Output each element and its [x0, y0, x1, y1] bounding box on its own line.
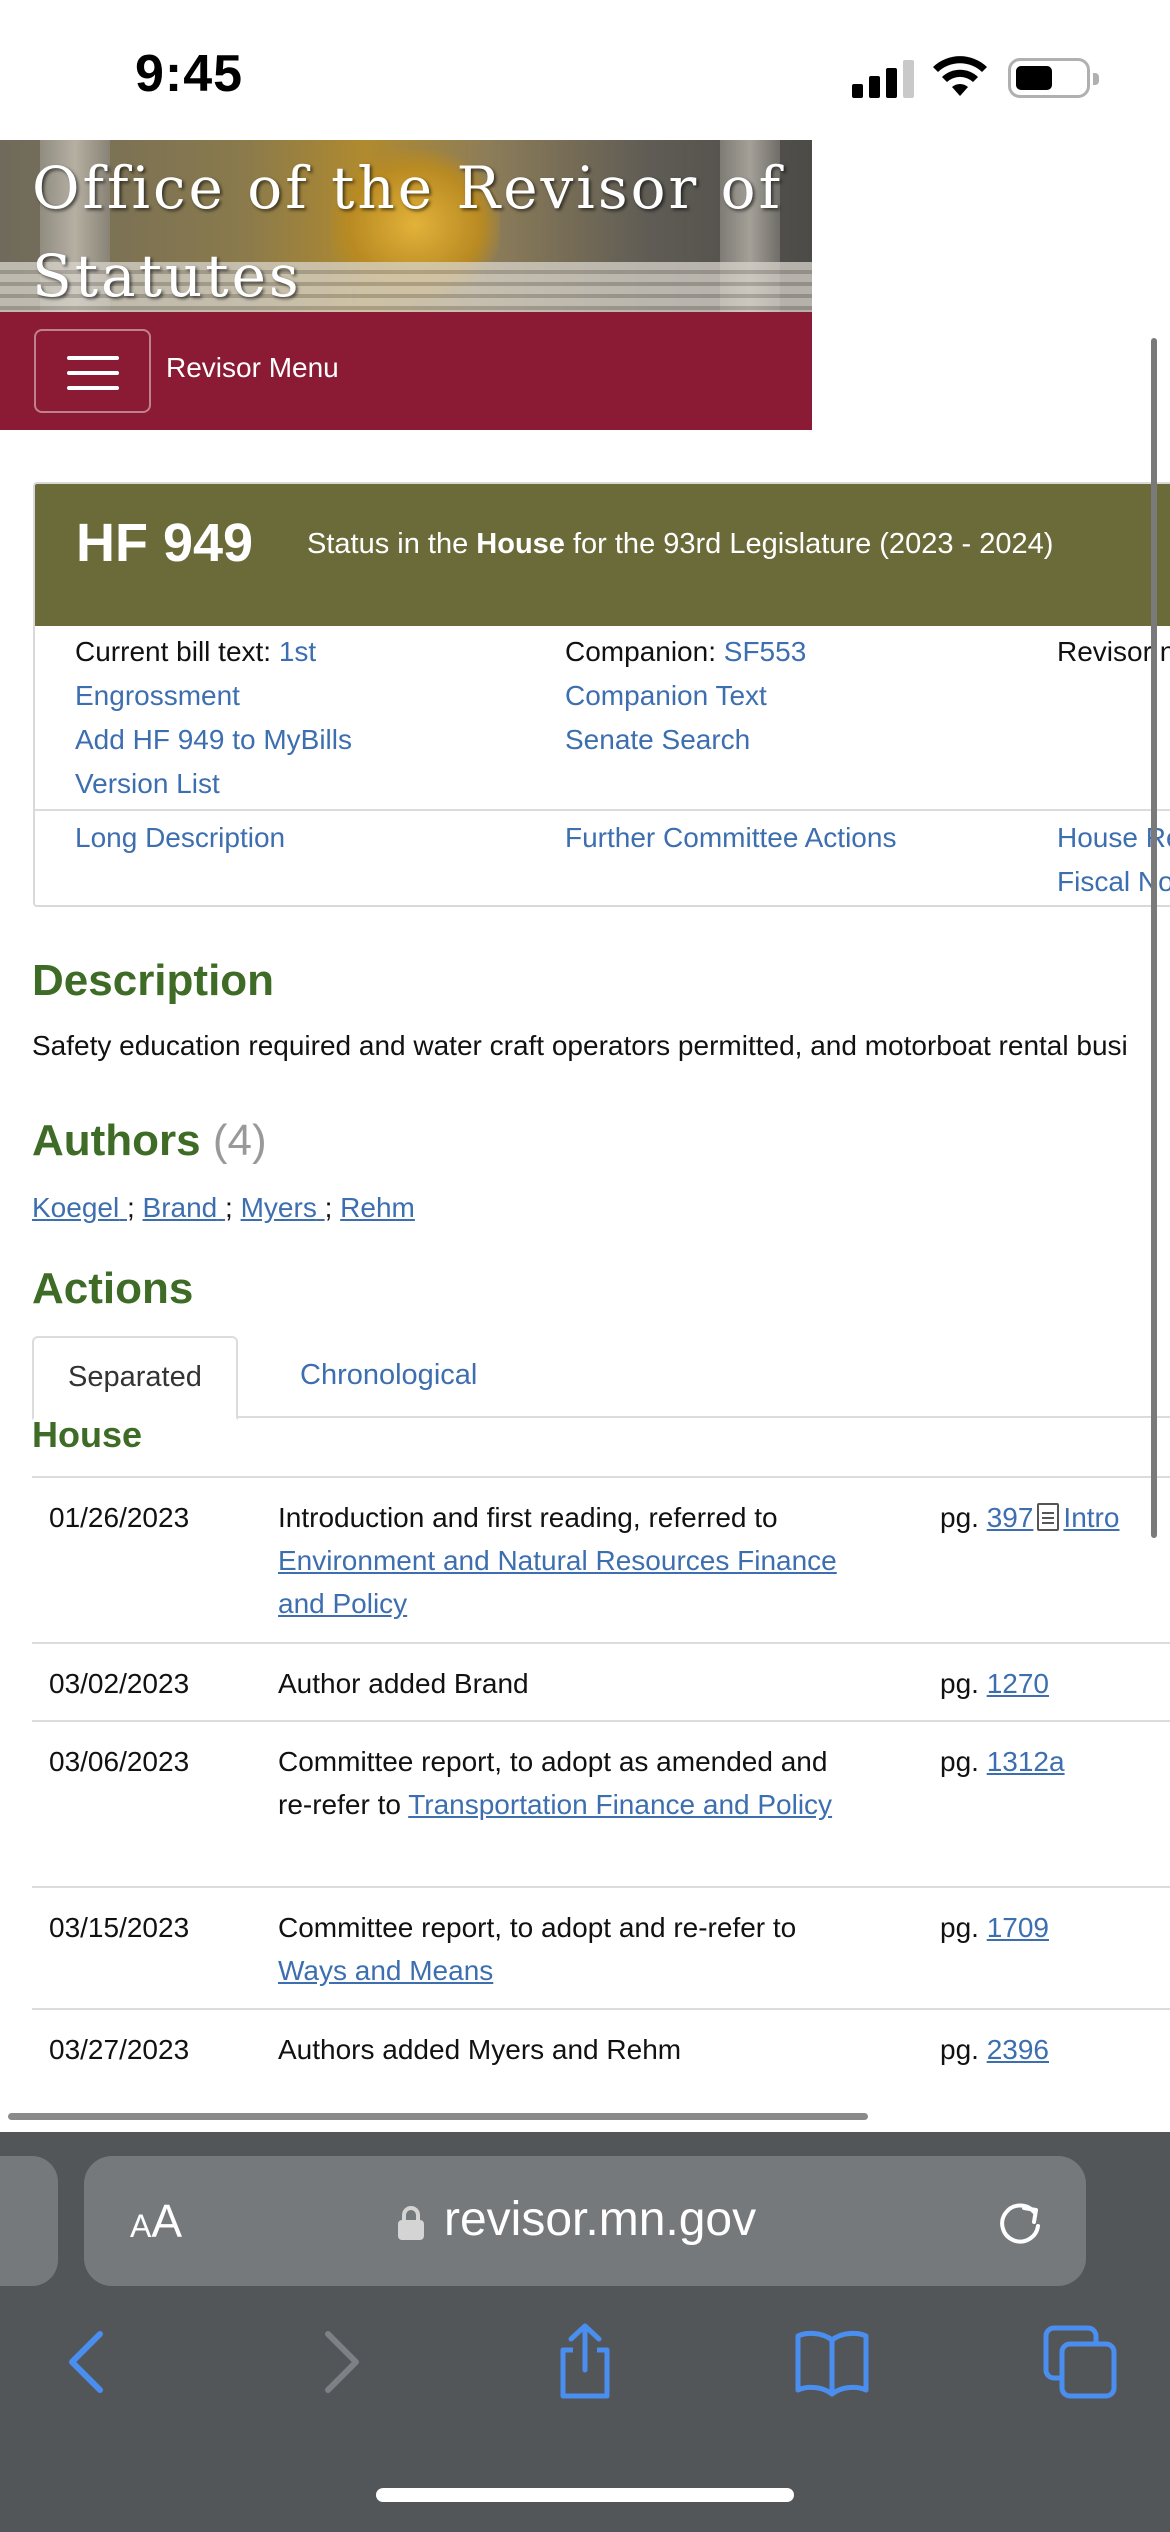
table-row: 01/26/2023 Introduction and first readin…: [32, 1476, 1170, 1642]
committee-link[interactable]: Environment and Natural Resources Financ…: [278, 1545, 837, 1619]
browser-toolbar: AA revisor.mn.gov: [0, 2132, 1170, 2532]
action-text: Author added Brand: [278, 1668, 529, 1699]
site-header: Office of the Revisor of Statutes Reviso…: [0, 140, 812, 430]
author-link[interactable]: Brand: [143, 1192, 218, 1223]
description-heading: Description: [32, 956, 275, 1005]
url-text[interactable]: revisor.mn.gov: [444, 2192, 756, 2247]
page-link[interactable]: 2396: [987, 2034, 1049, 2065]
table-row: 03/06/2023 Committee report, to adopt as…: [32, 1720, 1170, 1886]
chevron-left-icon[interactable]: [48, 2322, 128, 2402]
site-title[interactable]: Office of the Revisor of Statutes: [32, 144, 812, 312]
journal-page: pg. 1270: [940, 1668, 1049, 1699]
address-bar[interactable]: AA revisor.mn.gov: [84, 2156, 1086, 2286]
reload-icon[interactable]: [994, 2196, 1046, 2248]
bill-header: HF 949 Status in the House for the 93rd …: [35, 484, 1170, 626]
vertical-scrollbar[interactable]: [1151, 338, 1157, 1538]
home-indicator[interactable]: [376, 2488, 794, 2502]
chevron-right-icon[interactable]: [300, 2322, 380, 2402]
status-chamber: House: [476, 528, 565, 560]
action-text: Committee report, to adopt and re-refer …: [278, 1912, 797, 1986]
bill-panel: HF 949 Status in the House for the 93rd …: [33, 482, 1170, 907]
committee-link[interactable]: Ways and Means: [278, 1955, 493, 1986]
action-text: Introduction and first reading, referred…: [278, 1502, 837, 1619]
description-text: Safety education required and water craf…: [32, 1030, 1128, 1061]
table-row: 03/27/2023 Authors added Myers and Rehm …: [32, 2008, 1170, 2086]
action-date: 03/06/2023: [49, 1746, 190, 1777]
current-text-link-cont[interactable]: Engrossment: [75, 680, 240, 711]
tabs-icon[interactable]: [1040, 2322, 1120, 2402]
action-date: 03/15/2023: [49, 1912, 190, 1943]
page-link[interactable]: 1270: [987, 1668, 1049, 1699]
share-icon[interactable]: [545, 2322, 625, 2402]
committee-link[interactable]: Transportation Finance and Policy: [408, 1789, 832, 1820]
companion-block: Companion: SF553 Companion Text Senate S…: [565, 636, 807, 755]
bill-status: Status in the House for the 93rd Legisla…: [307, 528, 1054, 560]
further-actions-link[interactable]: Further Committee Actions: [565, 816, 896, 860]
status-bar: 9:45: [0, 0, 1170, 140]
wifi-icon: [933, 56, 987, 96]
journal-page: pg. 397 Intro: [940, 1502, 1120, 1533]
authors-count: (4): [212, 1116, 267, 1165]
action-text: Authors added Myers and Rehm: [278, 2034, 682, 2065]
table-row: 03/15/2023 Committee report, to adopt an…: [32, 1886, 1170, 2008]
journal-page: pg. 2396: [940, 2034, 1049, 2065]
horizontal-scrollbar[interactable]: [8, 2113, 868, 2120]
lock-icon: [398, 2206, 424, 2240]
journal-page: pg. 1312a: [940, 1746, 1065, 1777]
long-description-link[interactable]: Long Description: [75, 816, 285, 860]
menu-bar: Revisor Menu: [0, 312, 812, 430]
bill-number: HF 949: [76, 513, 254, 573]
site-title-line2: Statutes: [32, 242, 302, 310]
intro-link[interactable]: Intro: [1063, 1502, 1119, 1533]
cellular-signal-icon: [852, 58, 916, 98]
author-link[interactable]: Myers: [241, 1192, 317, 1223]
tab-chronological[interactable]: Chronological: [266, 1336, 511, 1418]
action-date: 01/26/2023: [49, 1502, 190, 1533]
menu-button[interactable]: [34, 329, 151, 413]
current-bill-text: Current bill text: 1st Engrossment Add H…: [75, 636, 352, 799]
companion-text-link[interactable]: Companion Text: [565, 680, 767, 711]
menu-label[interactable]: Revisor Menu: [166, 352, 339, 384]
action-text: Committee report, to adopt as amended an…: [278, 1746, 833, 1820]
panel-divider: [35, 809, 1170, 811]
senate-search-link[interactable]: Senate Search: [565, 724, 750, 755]
book-icon[interactable]: [792, 2322, 872, 2402]
hamburger-icon: [67, 356, 119, 360]
table-row: 03/02/2023 Author added Brand pg. 1270: [32, 1642, 1170, 1720]
authors-heading: Authors (4): [32, 1116, 267, 1165]
companion-link[interactable]: SF553: [724, 636, 807, 667]
action-date: 03/02/2023: [49, 1668, 190, 1699]
author-link[interactable]: Rehm: [340, 1192, 415, 1223]
actions-tabs: Separated Chronological: [32, 1336, 1170, 1420]
journal-page: pg. 1709: [940, 1912, 1049, 1943]
house-heading: House: [32, 1414, 143, 1455]
bill-links: Current bill text: 1st Engrossment Add H…: [35, 626, 1170, 905]
actions-heading: Actions: [32, 1264, 194, 1313]
site-title-line1: Office of the Revisor of: [32, 154, 784, 222]
status-time: 9:45: [135, 45, 244, 103]
text-size-button[interactable]: AA: [130, 2194, 182, 2248]
tab-separated[interactable]: Separated: [32, 1336, 238, 1420]
page-link[interactable]: 1312a: [987, 1746, 1065, 1777]
action-date: 03/27/2023: [49, 2034, 190, 2065]
authors-list: Koegel ; Brand ; Myers ; Rehm: [32, 1192, 415, 1223]
page-link[interactable]: 397: [987, 1502, 1034, 1533]
previous-tab-preview[interactable]: [0, 2156, 58, 2286]
header-banner: Office of the Revisor of Statutes: [0, 140, 812, 312]
version-list-link[interactable]: Version List: [75, 768, 220, 799]
battery-icon: [1008, 58, 1099, 98]
current-text-link[interactable]: 1st: [279, 636, 316, 667]
add-to-mybills-link[interactable]: Add HF 949 to MyBills: [75, 724, 352, 755]
page-link[interactable]: 1709: [987, 1912, 1049, 1943]
author-link[interactable]: Koegel: [32, 1192, 119, 1223]
document-icon: [1037, 1503, 1060, 1531]
